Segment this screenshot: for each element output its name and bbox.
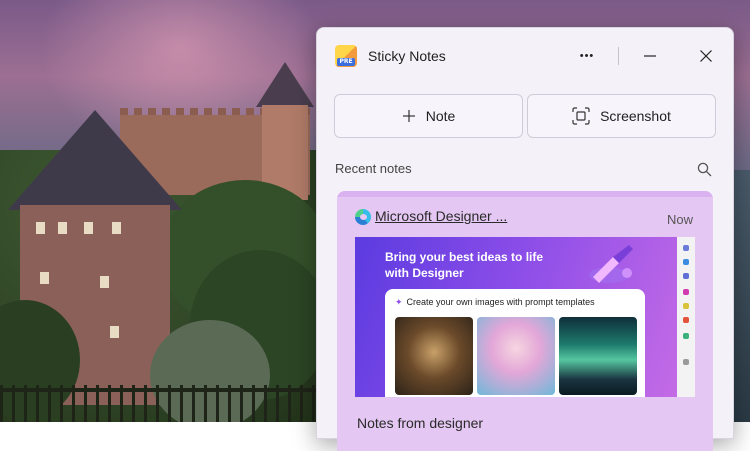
sidebar-add-icon [683,359,689,365]
app-icon: PRE [335,45,357,67]
minimize-button[interactable] [635,42,665,70]
designer-headline: Bring your best ideas to life with Desig… [385,250,544,280]
new-note-button[interactable]: Note [334,94,523,138]
castle-window [36,222,45,234]
screenshot-label: Screenshot [600,108,671,124]
sidebar-icon [683,245,689,251]
more-options-button[interactable]: ••• [572,42,602,70]
paintbrush-icon [589,245,633,283]
preview-badge: PRE [337,58,355,66]
plus-icon [402,110,415,122]
note-card-header-strip [337,191,713,197]
prompt-templates-title: ✦ Create your own images with prompt temp… [395,297,595,307]
title-bar[interactable]: PRE Sticky Notes ••• [317,28,733,84]
note-card[interactable]: Microsoft Designer ... Now Bring your be… [337,191,713,451]
recent-notes-heading: Recent notes [335,161,412,176]
new-note-label: Note [425,108,456,124]
wand-icon: ✦ [395,297,403,307]
more-icon: ••• [579,50,595,62]
note-screenshot-image: Bring your best ideas to life with Desig… [355,237,695,397]
sidebar-icon [683,303,689,309]
template-thumbnail-character [477,317,555,395]
minimize-icon [644,55,656,57]
castle-window [58,222,67,234]
castle-window [100,276,109,288]
search-button[interactable] [691,156,717,182]
castle-window [112,222,121,234]
template-thumbnail-aurora [559,317,637,395]
browser-sidebar [677,237,695,397]
close-button[interactable] [691,42,721,70]
close-icon [700,50,712,62]
screenshot-icon [572,107,590,125]
castle-window [110,326,119,338]
template-thumbnail-room [395,317,473,395]
sidebar-icon [683,317,689,323]
fence [0,385,320,422]
sidebar-icon [683,259,689,265]
castle-roof-front [8,110,182,210]
sidebar-icon [683,289,689,295]
note-text: Notes from designer [357,415,484,431]
note-source-link[interactable]: Microsoft Designer ... [375,208,507,224]
edge-icon [355,209,371,225]
castle-roof-rear [256,62,314,107]
castle-window [40,272,49,284]
prompt-templates-panel: ✦ Create your own images with prompt temp… [385,289,645,397]
app-title: Sticky Notes [368,48,446,64]
search-icon [697,162,711,176]
screenshot-button[interactable]: Screenshot [527,94,716,138]
designer-banner: Bring your best ideas to life with Desig… [355,237,677,397]
title-separator [618,47,619,65]
note-timestamp: Now [666,212,693,227]
sticky-notes-window: PRE Sticky Notes ••• Note Screenshot Rec… [316,27,734,451]
sidebar-icon [683,273,689,279]
castle-window [84,222,93,234]
sidebar-icon [683,333,689,339]
